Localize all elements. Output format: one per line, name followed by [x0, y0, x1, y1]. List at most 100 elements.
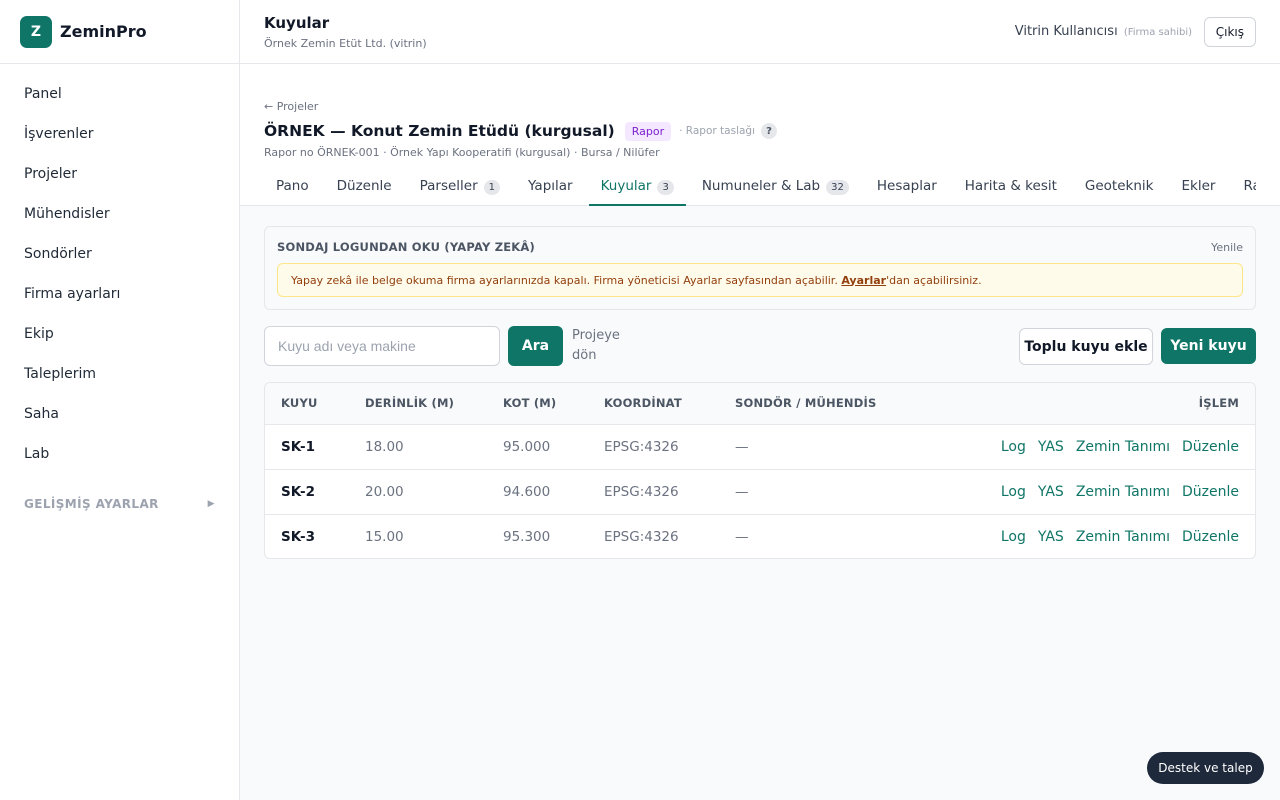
- table-header-row: KUYU DERİNLİK (M) KOT (M) KOORDİNAT SOND…: [265, 383, 1255, 425]
- column-header: SONDÖR / MÜHENDİS: [735, 383, 921, 425]
- soil-description-link[interactable]: Zemin Tanımı: [1076, 439, 1170, 455]
- sidebar-nav: Panel İşverenler Projeler Mühendisler So…: [0, 64, 239, 524]
- project-tabs: Pano Düzenle Parseller 1 Yapılar Kuyular 3…: [264, 172, 1256, 206]
- status-badge: Rapor: [624, 121, 672, 141]
- well-coordinate: EPSG:4326: [604, 513, 735, 558]
- sidebar-item-firma-ayarlari[interactable]: Firma ayarları: [0, 274, 239, 314]
- sidebar-item-projeler[interactable]: Projeler: [0, 154, 239, 194]
- warning-suffix: 'dan açabilirsiniz.: [886, 273, 982, 287]
- sidebar-item-lab[interactable]: Lab: [0, 434, 239, 474]
- log-link[interactable]: Log: [1001, 484, 1026, 500]
- well-elevation: 95.000: [503, 438, 551, 455]
- edit-link[interactable]: Düzenle: [1182, 439, 1239, 455]
- well-name: SK-2: [265, 468, 365, 514]
- new-well-button[interactable]: Yeni kuyu: [1161, 328, 1256, 364]
- search-button[interactable]: Ara: [508, 326, 563, 366]
- tab-numuneler-lab[interactable]: Numuneler & Lab 32: [690, 172, 861, 206]
- well-elevation: 94.600: [503, 468, 604, 514]
- well-depth: 15.00: [365, 513, 503, 558]
- tab-rapor[interactable]: Rapor: [1231, 172, 1256, 206]
- project-title: ÖRNEK — Konut Zemin Etüdü (kurgusal): [264, 122, 615, 140]
- bulk-add-well-button[interactable]: Toplu kuyu ekle: [1019, 328, 1153, 365]
- column-header: KOT (M): [503, 383, 604, 425]
- wells-table: KUYU DERİNLİK (M) KOT (M) KOORDİNAT SOND…: [264, 382, 1256, 559]
- ai-read-panel: SONDAJ LOGUNDAN OKU (YAPAY ZEKÂ) Yenile …: [264, 226, 1256, 310]
- sidebar-item-taleplerim[interactable]: Taleplerim: [0, 354, 239, 394]
- tab-pano[interactable]: Pano: [264, 172, 321, 206]
- advanced-settings-label: GELİŞMİŞ AYARLAR: [24, 497, 159, 511]
- tab-parseller[interactable]: Parseller 1: [408, 172, 512, 206]
- sidebar-advanced-settings[interactable]: GELİŞMİŞ AYARLAR ▶: [0, 484, 239, 524]
- brand[interactable]: Z ZeminPro: [0, 0, 239, 64]
- project-meta: Rapor no ÖRNEK-001 · Örnek Yapı Kooperat…: [264, 146, 660, 159]
- well-driller: —: [735, 468, 921, 514]
- well-coordinate: EPSG:4326: [604, 468, 735, 514]
- sidebar-item-sondorler[interactable]: Sondörler: [0, 234, 239, 274]
- well-depth: 20.00: [365, 468, 503, 514]
- draft-status: · Rapor taslağı: [679, 125, 755, 137]
- edit-link[interactable]: Düzenle: [1182, 529, 1239, 545]
- help-icon[interactable]: ?: [761, 123, 777, 139]
- warning-text: Yapay zekâ ile belge okuma firma ayarlar…: [291, 273, 842, 287]
- well-driller: —: [735, 513, 921, 558]
- column-header: KOORDİNAT: [604, 383, 735, 425]
- column-header: DERİNLİK (M): [365, 383, 503, 425]
- sidebar-item-ekip[interactable]: Ekip: [0, 314, 239, 354]
- support-request-button[interactable]: Destek ve talep: [1147, 752, 1264, 784]
- refresh-button[interactable]: Yenile: [1211, 241, 1243, 254]
- company-name: Örnek Zemin Etüt Ltd. (vitrin): [264, 37, 427, 50]
- brand-logo-icon: Z: [20, 15, 52, 48]
- log-link[interactable]: Log: [1001, 529, 1026, 545]
- user-name: Vitrin Kullanıcısı: [1014, 24, 1118, 39]
- log-link[interactable]: Log: [1001, 439, 1026, 455]
- settings-link[interactable]: Ayarlar: [841, 274, 886, 287]
- column-header: KUYU: [265, 383, 365, 425]
- tab-duzenle[interactable]: Düzenle: [325, 172, 404, 206]
- sidebar-item-saha[interactable]: Saha: [0, 394, 239, 434]
- tab-harita-kesit[interactable]: Harita & kesit: [953, 172, 1069, 206]
- back-to-projects-link[interactable]: ← Projeler: [264, 100, 318, 113]
- well-name: SK-1: [281, 438, 316, 455]
- tab-count-badge: 3: [657, 180, 674, 195]
- sidebar: Z ZeminPro Panel İşverenler Projeler Müh…: [0, 0, 240, 800]
- yas-link[interactable]: YAS: [1038, 529, 1064, 545]
- top-header: Kuyular Örnek Zemin Etüt Ltd. (vitrin) V…: [240, 0, 1280, 64]
- column-header: İŞLEM: [920, 383, 1255, 425]
- sidebar-item-muhendisler[interactable]: Mühendisler: [0, 194, 239, 234]
- table-row: SK-3 15.00 95.300 EPSG:4326 — Log YAS Ze…: [265, 513, 1255, 558]
- tab-hesaplar[interactable]: Hesaplar: [865, 172, 949, 206]
- tab-kuyular[interactable]: Kuyular 3: [588, 172, 686, 206]
- ai-panel-title: SONDAJ LOGUNDAN OKU (YAPAY ZEKÂ): [277, 240, 535, 254]
- brand-name: ZeminPro: [60, 22, 147, 41]
- soil-description-link[interactable]: Zemin Tanımı: [1076, 529, 1170, 545]
- sidebar-item-isverenler[interactable]: İşverenler: [0, 114, 239, 154]
- tab-count-badge: 32: [826, 180, 849, 195]
- row-actions: Log YAS Zemin Tanımı Düzenle: [921, 424, 1255, 469]
- caret-right-icon: ▶: [207, 499, 215, 509]
- well-driller: —: [735, 438, 749, 455]
- back-to-project-link[interactable]: Projeye dön: [572, 326, 632, 366]
- yas-link[interactable]: YAS: [1038, 439, 1064, 455]
- row-actions: Log YAS Zemin Tanımı Düzenle: [920, 468, 1255, 514]
- yas-link[interactable]: YAS: [1038, 484, 1064, 500]
- tab-count-badge: 1: [483, 180, 501, 195]
- sidebar-item-panel[interactable]: Panel: [0, 74, 239, 114]
- logout-button[interactable]: Çıkış: [1203, 17, 1256, 47]
- project-title-row: ÖRNEK — Konut Zemin Etüdü (kurgusal) Rap…: [264, 120, 777, 142]
- user-role: (Firma sahibi): [1123, 27, 1192, 38]
- soil-description-link[interactable]: Zemin Tanımı: [1076, 484, 1170, 500]
- search-input[interactable]: [264, 326, 500, 366]
- table-row: SK-1 18.00 95.000 EPSG:4326 — Log YAS Ze…: [265, 424, 1255, 469]
- well-elevation: 95.300: [503, 513, 604, 558]
- tab-geoteknik[interactable]: Geoteknik: [1073, 172, 1166, 206]
- well-coordinate: EPSG:4326: [604, 438, 679, 455]
- well-name: SK-3: [265, 513, 365, 558]
- tab-yapilar[interactable]: Yapılar: [516, 172, 585, 206]
- page-title: Kuyular: [264, 14, 330, 32]
- edit-link[interactable]: Düzenle: [1182, 484, 1239, 500]
- well-depth: 18.00: [365, 438, 404, 455]
- tab-ekler[interactable]: Ekler: [1169, 172, 1227, 206]
- row-actions: Log YAS Zemin Tanımı Düzenle: [920, 513, 1255, 558]
- user-info: Vitrin Kullanıcısı (Firma sahibi): [1015, 24, 1192, 39]
- project-header: ← Projeler ÖRNEK — Konut Zemin Etüdü (ku…: [240, 64, 1280, 206]
